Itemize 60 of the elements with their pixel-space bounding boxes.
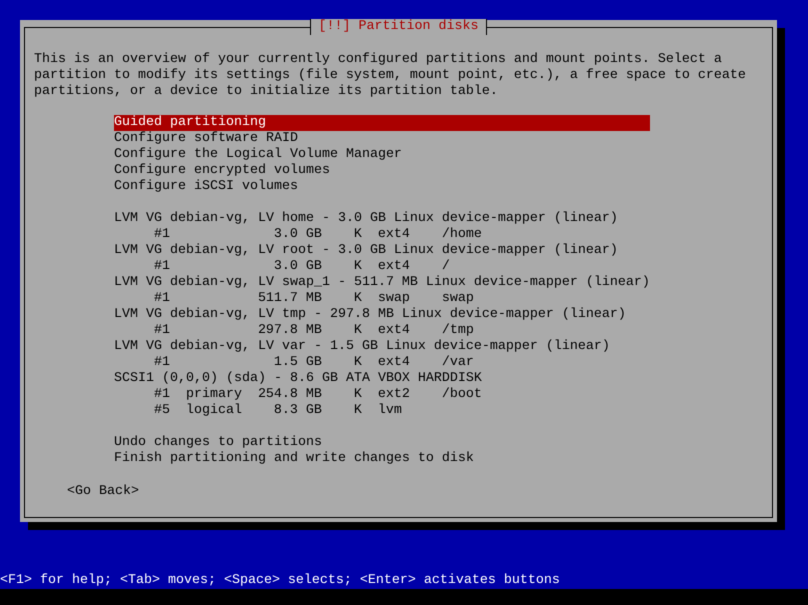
menu-item[interactable]: Configure iSCSI volumes (114, 179, 650, 195)
dialog-title: [!!] Partition disks (310, 19, 488, 35)
device-row[interactable]: LVM VG debian-vg, LV var - 1.5 GB Linux device-mapper (linear) (114, 339, 650, 355)
partition-row[interactable]: #1 3.0 GB K ext4 /home (114, 227, 650, 243)
partition-size-text: 8.3 GB (272, 403, 322, 419)
partition-filesystem-text: swap (378, 291, 411, 307)
partition-size-text: 254.8 MB (258, 387, 322, 403)
partition-row[interactable]: #1 3.0 GB K ext4 / (114, 259, 650, 275)
partition-type-text: primary (186, 387, 243, 403)
partition-row[interactable]: #5 logical 8.3 GB K lvm (114, 403, 650, 419)
partition-filesystem-text: ext4 (378, 227, 411, 243)
partition-size-text: 511.7 MB (258, 291, 322, 307)
partition-row[interactable]: #1 511.7 MB K swap swap (114, 291, 650, 307)
device-row[interactable]: LVM VG debian-vg, LV swap_1 - 511.7 MB Linux device-mapper (linear) (114, 275, 650, 291)
menu-item[interactable]: Guided partitioning (114, 115, 650, 131)
partition-row[interactable]: #1 primary 254.8 MB K ext2 /boot (114, 387, 650, 403)
action-item[interactable]: Finish partitioning and write changes to disk (114, 451, 650, 467)
partition-size-text: 297.8 MB (258, 323, 322, 339)
partition-size-text: 1.5 GB (272, 355, 322, 371)
menu-item[interactable]: Configure encrypted volumes (114, 163, 650, 179)
partition-row[interactable]: #1 297.8 MB K ext4 /tmp (114, 323, 650, 339)
partition-mount-text: /boot (442, 387, 482, 403)
partition-mount-text: /var (442, 355, 474, 371)
partition-filesystem-text: ext4 (378, 323, 411, 339)
partition-filesystem-text: ext4 (378, 259, 411, 275)
partition-mount-text: / (442, 259, 450, 275)
partition-flag-text: K (354, 291, 363, 307)
device-row[interactable]: LVM VG debian-vg, LV root - 3.0 GB Linux device-mapper (linear) (114, 243, 650, 259)
partition-number-text: #1 (154, 323, 170, 339)
partition-mount-text: /home (442, 227, 482, 243)
description-text: This is an overview of your currently configured partitions and mount points. Select a partition to modify its settings (file system, mount point, etc.), a free space to create partitions, or a device to initialize its partition table. (34, 52, 747, 100)
partition-number-text: #1 (154, 355, 171, 371)
device-row[interactable]: LVM VG debian-vg, LV home - 3.0 GB Linux device-mapper (linear) (114, 211, 650, 227)
partition-number-text: #1 (154, 387, 171, 403)
partition-mount-text: /tmp (442, 323, 474, 339)
partition-row[interactable]: #1 1.5 GB K ext4 /var (114, 355, 650, 371)
partition-number-text: #1 (154, 227, 170, 243)
device-row[interactable]: LVM VG debian-vg, LV tmp - 297.8 MB Linux device-mapper (linear) (114, 307, 650, 323)
menu-item[interactable]: Configure the Logical Volume Manager (114, 147, 650, 163)
partition-filesystem-text: ext2 (378, 387, 411, 403)
partition-type-text: logical (186, 403, 243, 419)
partition-size-text: 3.0 GB (272, 259, 322, 275)
partition-flag-text: K (354, 355, 363, 371)
partition-flag-text: K (354, 403, 363, 419)
menu-item[interactable]: Configure software RAID (114, 131, 650, 147)
partition-mount-text: swap (442, 291, 474, 307)
partition-number-text: #5 (154, 403, 171, 419)
partition-number-text: #1 (154, 259, 170, 275)
partition-flag-text: K (354, 259, 363, 275)
partition-flag-text: K (354, 323, 363, 339)
status-bar-text: <F1> for help; <Tab> moves; <Space> selects; <Enter> activates buttons (0, 573, 561, 589)
device-row[interactable]: SCSI1 (0,0,0) (sda) - 8.6 GB ATA VBOX HARDDISK (114, 371, 650, 387)
action-item[interactable]: Undo changes to partitions (114, 435, 650, 451)
partition-number-text: #1 (154, 291, 170, 307)
partition-filesystem-text: lvm (378, 403, 403, 419)
partition-flag-text: K (354, 227, 363, 243)
partition-flag-text: K (354, 387, 363, 403)
partition-filesystem-text: ext4 (378, 355, 411, 371)
go-back-button[interactable]: <Go Back> (67, 484, 139, 500)
partition-size-text: 3.0 GB (272, 227, 322, 243)
